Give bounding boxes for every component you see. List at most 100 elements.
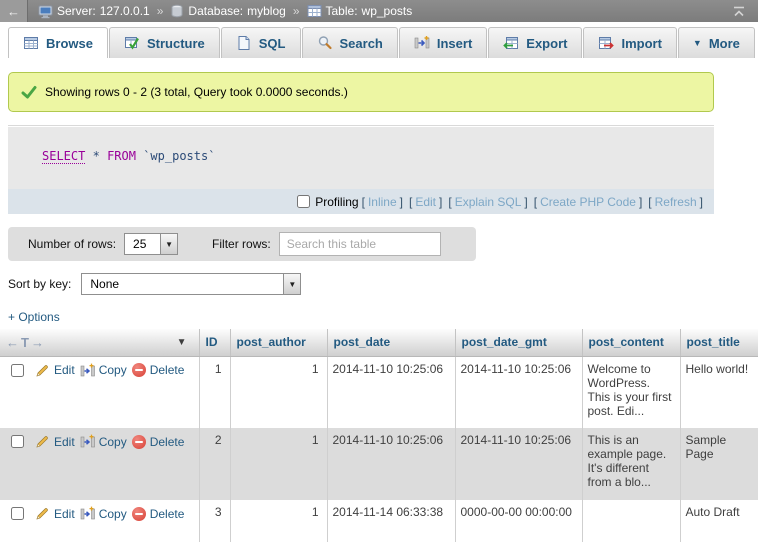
number-of-rows-label: Number of rows: — [28, 237, 116, 251]
tab-export[interactable]: Export — [488, 27, 582, 58]
tab-search[interactable]: Search — [302, 27, 398, 58]
cell-post-author: 1 — [230, 356, 327, 428]
filter-rows-label: Filter rows: — [212, 237, 271, 251]
column-nav-arrows[interactable]: ←T→ — [6, 335, 46, 350]
delete-row-link[interactable]: Delete — [132, 507, 185, 521]
sql-query-text: SELECT * FROM `wp_posts` — [8, 127, 714, 189]
pencil-icon — [35, 363, 50, 378]
tab-structure[interactable]: Structure — [109, 27, 220, 58]
create-php-code-link[interactable]: Create PHP Code — [540, 195, 636, 209]
back-button[interactable]: ← — [0, 0, 28, 22]
copy-row-link[interactable]: Copy — [80, 506, 127, 521]
bracket: ] — [439, 195, 442, 209]
bracket: [ — [448, 195, 451, 209]
header-id[interactable]: ID — [199, 329, 230, 356]
breadcrumb-server[interactable]: Server: 127.0.0.1 — [38, 4, 150, 19]
inline-link[interactable]: Inline — [368, 195, 397, 209]
refresh-link[interactable]: Refresh — [655, 195, 697, 209]
tab-more[interactable]: ▼ More — [678, 27, 755, 58]
header-post-author[interactable]: post_author — [230, 329, 327, 356]
database-value: myblog — [247, 4, 286, 18]
sql-query-box: SELECT * FROM `wp_posts` Profiling [Inli… — [8, 127, 714, 214]
sql-icon — [236, 35, 252, 51]
section-divider — [8, 125, 714, 126]
edit-query-link[interactable]: Edit — [415, 195, 436, 209]
table-value: wp_posts — [362, 4, 413, 18]
edit-row-link[interactable]: Edit — [35, 506, 75, 521]
tab-browse[interactable]: Browse — [8, 27, 108, 58]
cell-post-author: 1 — [230, 428, 327, 500]
sort-by-key-label: Sort by key: — [8, 277, 71, 291]
table-label: Table: — [326, 4, 358, 18]
copy-icon — [80, 434, 95, 449]
edit-row-link[interactable]: Edit — [35, 434, 75, 449]
table-row: Edit Copy Delete 3 1 2014-11-14 06:33:38… — [0, 500, 758, 542]
edit-row-link[interactable]: Edit — [35, 363, 75, 378]
insert-icon — [414, 35, 430, 51]
select-caret-icon: ▼ — [283, 274, 300, 294]
copy-icon — [80, 363, 95, 378]
collapse-console-icon[interactable] — [732, 6, 746, 17]
bracket: [ — [409, 195, 412, 209]
row-actions-cell: Edit Copy Delete — [0, 428, 199, 500]
copy-row-link[interactable]: Copy — [80, 363, 127, 378]
table-row: Edit Copy Delete 1 1 2014-11-10 10:25:06… — [0, 356, 758, 428]
edit-label: Edit — [54, 507, 75, 521]
cell-id: 2 — [199, 428, 230, 500]
row-checkbox[interactable] — [11, 364, 24, 377]
cell-post-date: 2014-11-14 06:33:38 — [327, 500, 455, 542]
bracket: ] — [400, 195, 403, 209]
structure-icon — [124, 35, 140, 51]
delete-icon — [132, 507, 146, 521]
tab-import[interactable]: Import — [583, 27, 676, 58]
sort-row: Sort by key: None ▼ — [8, 271, 722, 297]
delete-row-link[interactable]: Delete — [132, 363, 185, 377]
table-row: Edit Copy Delete 2 1 2014-11-10 10:25:06… — [0, 428, 758, 500]
number-of-rows-value: 25 — [125, 234, 154, 254]
breadcrumb-bar: ← Server: 127.0.0.1 » Database: myblog »… — [0, 0, 758, 22]
copy-label: Copy — [99, 507, 127, 521]
sort-by-key-value: None — [82, 274, 127, 294]
sort-by-key-select[interactable]: None ▼ — [81, 273, 301, 295]
delete-label: Delete — [150, 363, 185, 377]
tab-insert-label: Insert — [437, 36, 472, 51]
number-of-rows-select[interactable]: 25 ▼ — [124, 233, 178, 255]
header-post-date[interactable]: post_date — [327, 329, 455, 356]
tab-insert[interactable]: Insert — [399, 27, 487, 58]
back-arrow-icon: ← — [7, 4, 20, 19]
server-value: 127.0.0.1 — [100, 4, 150, 18]
sql-tools-bar: Profiling [Inline] [Edit] [Explain SQL] … — [8, 189, 714, 214]
profiling-checkbox[interactable] — [297, 195, 310, 208]
cell-post-content: Welcome to WordPress. This is your first… — [582, 356, 680, 428]
import-icon — [598, 35, 614, 51]
header-post-date-gmt[interactable]: post_date_gmt — [455, 329, 582, 356]
row-actions-cell: Edit Copy Delete — [0, 500, 199, 542]
main-content: Showing rows 0 - 2 (3 total, Query took … — [0, 72, 722, 324]
breadcrumb-separator: » — [293, 4, 300, 18]
cell-post-date: 2014-11-10 10:25:06 — [327, 428, 455, 500]
header-post-title[interactable]: post_title — [680, 329, 758, 356]
with-selected-caret-icon[interactable]: ▼ — [177, 337, 187, 348]
header-post-content[interactable]: post_content — [582, 329, 680, 356]
delete-row-link[interactable]: Delete — [132, 435, 185, 449]
copy-row-link[interactable]: Copy — [80, 434, 127, 449]
edit-label: Edit — [54, 435, 75, 449]
database-icon — [170, 4, 184, 19]
tab-sql[interactable]: SQL — [221, 27, 301, 58]
sql-keyword-select: SELECT — [42, 149, 85, 164]
chevron-down-icon: ▼ — [693, 38, 702, 48]
success-message-text: Showing rows 0 - 2 (3 total, Query took … — [45, 85, 348, 99]
tab-bar: Browse Structure SQL Search Insert Expor… — [0, 22, 758, 58]
breadcrumb-database[interactable]: Database: myblog — [170, 4, 285, 19]
delete-label: Delete — [150, 435, 185, 449]
row-checkbox[interactable] — [11, 435, 24, 448]
filter-rows-input[interactable] — [279, 232, 441, 256]
edit-label: Edit — [54, 363, 75, 377]
server-icon — [38, 4, 53, 19]
explain-sql-link[interactable]: Explain SQL — [455, 195, 522, 209]
breadcrumb-table[interactable]: Table: wp_posts — [307, 4, 413, 18]
options-toggle-link[interactable]: + Options — [8, 310, 60, 324]
rows-controls-bar: Number of rows: 25 ▼ Filter rows: — [8, 227, 476, 261]
bracket: ] — [700, 195, 703, 209]
row-checkbox[interactable] — [11, 507, 24, 520]
